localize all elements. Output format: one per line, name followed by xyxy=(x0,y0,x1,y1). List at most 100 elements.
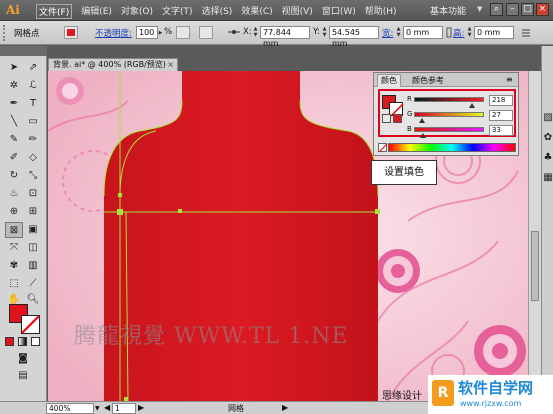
transform-icon[interactable] xyxy=(227,26,241,39)
workspace-switcher[interactable]: 基本功能 xyxy=(430,4,466,17)
drawing-mode-icon[interactable]: ◙ xyxy=(14,351,32,367)
none-mode-icon[interactable] xyxy=(31,337,40,346)
column-graph-tool-icon[interactable]: ▥ xyxy=(24,258,42,274)
zoom-field[interactable]: 400% xyxy=(46,403,94,414)
menu-window[interactable]: 窗口(W) xyxy=(322,4,356,19)
symbol-sprayer-tool-icon[interactable]: ✾ xyxy=(5,258,23,274)
r-slider-thumb[interactable] xyxy=(469,103,475,108)
out-of-gamut-icon[interactable] xyxy=(382,114,391,123)
minimize-icon[interactable]: – xyxy=(506,3,519,16)
g-field[interactable]: 27 xyxy=(489,110,513,121)
flower-large xyxy=(376,249,420,293)
magic-wand-tool-icon[interactable]: ✲ xyxy=(5,78,23,94)
gradient-mode-icon[interactable] xyxy=(18,337,27,346)
gradient-tool-icon[interactable]: ▣ xyxy=(24,222,42,238)
width-stepper-icon[interactable]: ▲ ▼ xyxy=(395,26,402,39)
width-label[interactable]: 宽: xyxy=(382,27,393,39)
style-icon[interactable] xyxy=(176,26,190,39)
paintbrush-tool-icon[interactable]: ✎ xyxy=(5,132,23,148)
opacity-field[interactable]: 100 xyxy=(136,26,158,39)
next-artboard-icon[interactable]: ▶ xyxy=(138,403,144,412)
artboard-field[interactable]: 1 xyxy=(112,403,136,414)
zoom-dropdown-icon[interactable]: ▼ xyxy=(95,405,100,412)
panel-menu-icon[interactable]: ≡ xyxy=(506,75,513,84)
app-logo: Ai xyxy=(6,3,20,17)
close-icon[interactable]: × xyxy=(167,59,174,71)
color-spectrum[interactable] xyxy=(388,143,516,152)
scale-tool-icon[interactable]: ⤡ xyxy=(24,168,42,184)
slice-tool-icon[interactable]: ⟋ xyxy=(24,276,42,292)
link-icon[interactable] xyxy=(446,26,452,39)
tab-color-guide[interactable]: 颜色参考 xyxy=(412,75,444,86)
b-slider-thumb[interactable] xyxy=(420,133,426,138)
menu-effect[interactable]: 效果(C) xyxy=(241,4,272,19)
direct-selection-tool-icon[interactable]: ⇗ xyxy=(24,60,42,76)
shape-builder-tool-icon[interactable]: ⊕ xyxy=(5,204,23,220)
x-field[interactable]: 77.844 mm xyxy=(260,26,310,48)
line-tool-icon[interactable]: ╲ xyxy=(5,114,23,130)
blob-brush-tool-icon[interactable]: ✐ xyxy=(5,150,23,166)
none-color-icon[interactable] xyxy=(378,143,388,153)
fill-icon[interactable] xyxy=(64,26,78,39)
status-arrow-icon[interactable]: ▶ xyxy=(282,403,288,412)
brand-url: www.rjzxw.com xyxy=(460,399,522,408)
scroll-thumb[interactable] xyxy=(531,231,539,301)
mesh-tool-icon[interactable]: ⊠ xyxy=(5,222,23,238)
symbols-icon[interactable]: ♣ xyxy=(539,150,553,166)
g-slider-thumb[interactable] xyxy=(419,118,425,123)
r-slider[interactable] xyxy=(414,97,484,102)
eyedropper-tool-icon[interactable]: ⤧ xyxy=(5,240,23,256)
pencil-tool-icon[interactable]: ✏ xyxy=(24,132,42,148)
prev-artboard-icon[interactable]: ◀ xyxy=(104,403,110,412)
lasso-tool-icon[interactable]: ℒ xyxy=(24,78,42,94)
menu-view[interactable]: 视图(V) xyxy=(282,4,313,19)
eraser-tool-icon[interactable]: ◇ xyxy=(24,150,42,166)
b-field[interactable]: 33 xyxy=(489,125,513,136)
closest-color-icon[interactable] xyxy=(393,114,402,123)
document-tab[interactable]: 背景. ai* @ 400% (RGB/预览) × xyxy=(48,58,178,71)
free-transform-tool-icon[interactable]: ⊡ xyxy=(24,186,42,202)
panel-dock: ▧ ✿ ♣ ▦ xyxy=(541,46,553,402)
b-slider[interactable] xyxy=(414,127,484,132)
color-mode-icon[interactable] xyxy=(5,337,14,346)
menu-object[interactable]: 对象(O) xyxy=(121,4,153,19)
panel-menu-icon[interactable] xyxy=(519,26,533,39)
menu-type[interactable]: 文字(T) xyxy=(162,4,193,19)
screen-mode-icon[interactable]: ▤ xyxy=(14,368,32,384)
opacity-label[interactable]: 不透明度: xyxy=(95,27,132,39)
graphic-styles-icon[interactable]: ▧ xyxy=(539,110,553,126)
opacity-arrow-icon[interactable]: ▶ xyxy=(157,30,164,43)
g-slider[interactable] xyxy=(414,112,484,117)
close-icon[interactable]: × xyxy=(536,3,549,16)
restore-icon[interactable]: □ xyxy=(521,3,534,16)
y-stepper-icon[interactable]: ▲ ▼ xyxy=(321,26,328,39)
r-field[interactable]: 218 xyxy=(489,95,513,106)
chevron-down-icon[interactable]: ▼ xyxy=(477,5,482,13)
search-icon[interactable]: ⌕ xyxy=(490,3,503,16)
tools-panel-header[interactable] xyxy=(0,46,47,56)
warp-tool-icon[interactable]: ♨ xyxy=(5,186,23,202)
selection-tool-icon[interactable]: ➤ xyxy=(5,60,23,76)
layers-icon[interactable]: ▦ xyxy=(539,170,553,186)
rectangle-tool-icon[interactable]: ▭ xyxy=(24,114,42,130)
brushes-icon[interactable]: ✿ xyxy=(539,130,553,146)
pen-tool-icon[interactable]: ✒ xyxy=(5,96,23,112)
x-stepper-icon[interactable]: ▲ ▼ xyxy=(252,26,259,39)
panel-grip[interactable] xyxy=(3,25,7,41)
tab-color[interactable]: 颜色 xyxy=(377,74,401,87)
menu-file[interactable]: 文件(F) xyxy=(36,4,73,19)
blend-tool-icon[interactable]: ◫ xyxy=(24,240,42,256)
menu-help[interactable]: 帮助(H) xyxy=(365,4,397,19)
type-tool-icon[interactable]: T xyxy=(24,96,42,112)
align-grid-icon[interactable] xyxy=(199,26,213,39)
artboard-tool-icon[interactable]: ⬚ xyxy=(5,276,23,292)
height-stepper-icon[interactable]: ▲ ▼ xyxy=(466,26,473,39)
menu-edit[interactable]: 编辑(E) xyxy=(81,4,112,19)
y-field[interactable]: 54.545 mm xyxy=(329,26,379,48)
rotate-tool-icon[interactable]: ↻ xyxy=(5,168,23,184)
height-label[interactable]: 高: xyxy=(453,27,464,39)
perspective-grid-tool-icon[interactable]: ⊞ xyxy=(24,204,42,220)
width-field[interactable]: 0 mm xyxy=(403,26,443,39)
menu-select[interactable]: 选择(S) xyxy=(202,4,233,19)
height-field[interactable]: 0 mm xyxy=(474,26,514,39)
